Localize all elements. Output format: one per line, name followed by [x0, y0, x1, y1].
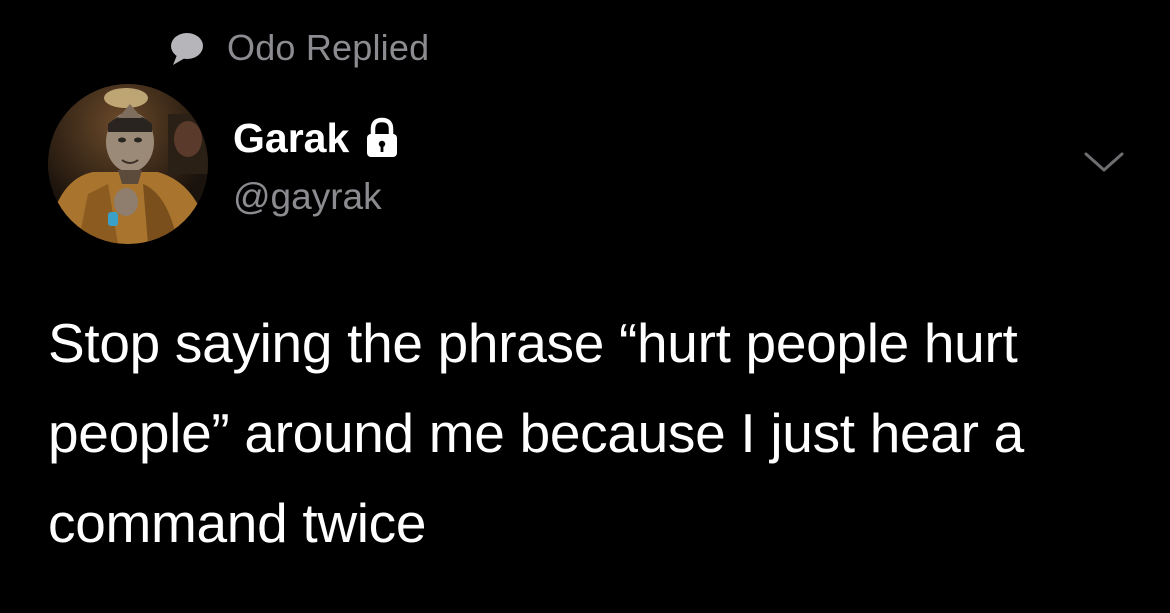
social-context: Odo Replied	[165, 26, 429, 70]
display-name[interactable]: Garak	[233, 115, 349, 162]
speech-bubble-icon	[165, 28, 209, 68]
lock-icon	[363, 116, 401, 160]
author-block: Garak @gayrak	[233, 110, 401, 218]
avatar[interactable]	[48, 84, 208, 244]
chevron-down-icon[interactable]	[1080, 146, 1128, 178]
social-context-label: Odo Replied	[227, 27, 430, 68]
tweet-text: Stop saying the phrase “hurt people hurt…	[48, 312, 1024, 554]
user-handle[interactable]: @gayrak	[233, 176, 401, 218]
name-row: Garak	[233, 110, 401, 166]
